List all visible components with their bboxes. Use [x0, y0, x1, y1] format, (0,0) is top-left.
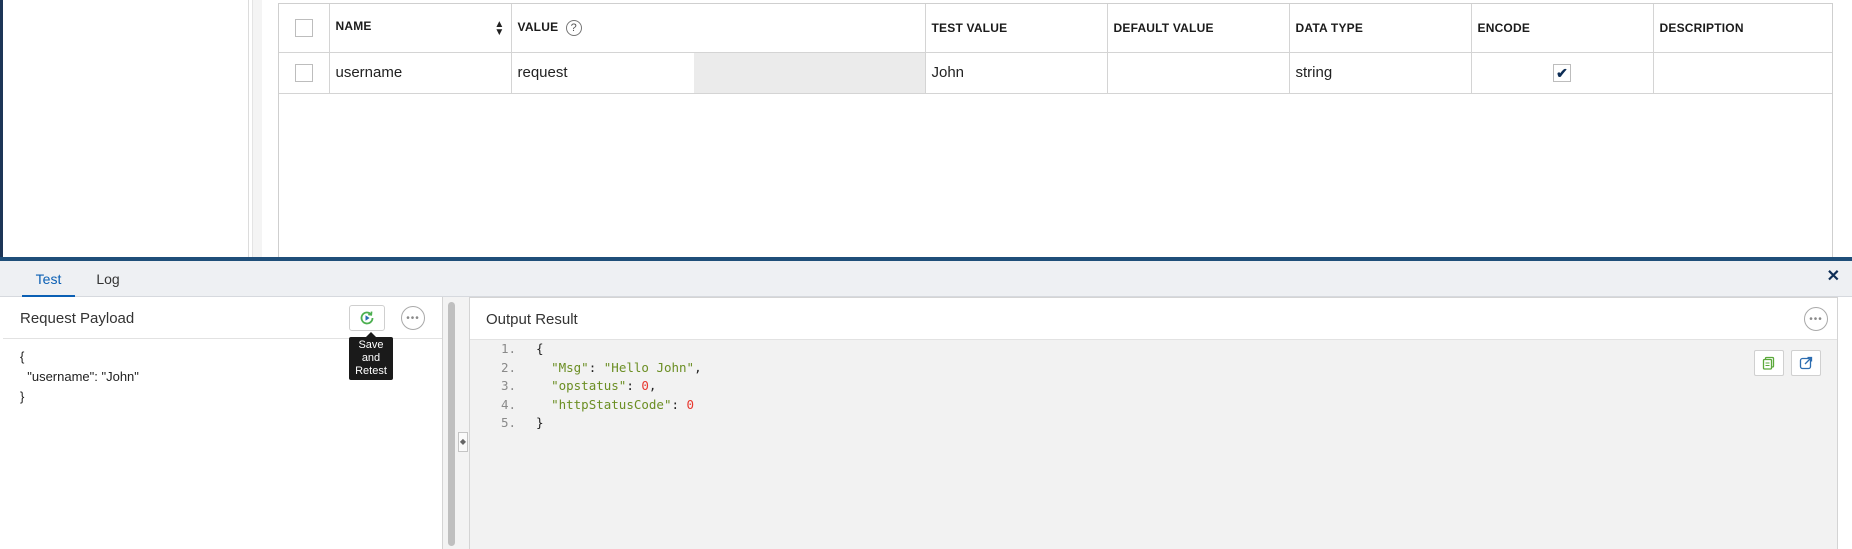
header-value: VALUE ? — [511, 4, 926, 53]
output-more-options-button[interactable]: ••• — [1804, 307, 1828, 331]
close-icon[interactable]: ✕ — [1827, 266, 1840, 286]
copy-output-button[interactable] — [1754, 350, 1784, 376]
cell-encode: ✔ — [1471, 52, 1654, 94]
popout-icon — [1799, 356, 1813, 370]
request-payload-header: Request Payload ••• — [3, 297, 442, 339]
popout-output-button[interactable] — [1791, 350, 1821, 376]
test-panel-tabs: Test Log — [0, 261, 1852, 297]
cell-description[interactable] — [1653, 52, 1832, 94]
request-payload-title: Request Payload — [20, 310, 135, 327]
line-number: 2. — [500, 359, 516, 375]
top-area: NAME ▲ ▼ VALUE ? TEST VALUE DEFAULT VALUE… — [0, 0, 1852, 257]
tab-test[interactable]: Test — [22, 261, 75, 297]
header-default-value: DEFAULT VALUE — [1107, 4, 1290, 53]
header-description: DESCRIPTION — [1653, 4, 1832, 53]
more-options-icon: ••• — [1809, 313, 1823, 325]
json-value: "Hello John" — [603, 359, 695, 375]
retest-icon — [360, 311, 374, 325]
code-line: 1.{ — [470, 340, 702, 359]
line-number: 3. — [500, 378, 516, 394]
output-result-title: Output Result — [486, 311, 578, 328]
table-header-row: NAME ▲ ▼ VALUE ? TEST VALUE DEFAULT VALUE… — [279, 4, 1832, 53]
save-and-retest-tooltip: Save and Retest — [349, 332, 393, 380]
code-line: 5.} — [470, 414, 702, 433]
code-line: 2. "Msg": "Hello John", — [470, 359, 702, 378]
json-key: "Msg" — [551, 359, 589, 375]
request-more-options-button[interactable]: ••• — [401, 306, 425, 330]
code-line: 3. "opstatus": 0, — [470, 377, 702, 396]
header-test-value: TEST VALUE — [925, 4, 1108, 53]
code-line: 4. "httpStatusCode": 0 — [470, 396, 702, 415]
left-divider — [248, 0, 249, 257]
left-scroll-track[interactable] — [252, 0, 262, 257]
copy-icon — [1762, 356, 1775, 370]
cell-default-value[interactable] — [1107, 52, 1290, 94]
line-number: 5. — [500, 415, 516, 431]
json-value: 0 — [641, 378, 649, 394]
cell-test-value[interactable]: John — [925, 52, 1108, 94]
output-result-pane: Output Result ••• 1.{ 2. "Msg": "Hello J… — [469, 297, 1838, 549]
value-cell-split: request — [512, 52, 925, 93]
parameters-table-container: NAME ▲ ▼ VALUE ? TEST VALUE DEFAULT VALUE… — [278, 3, 1833, 257]
select-all-cell — [279, 4, 330, 53]
cell-value-field[interactable] — [693, 52, 925, 93]
more-options-icon: ••• — [406, 312, 420, 324]
row-select-cell — [279, 52, 330, 94]
output-json-viewer[interactable]: 1.{ 2. "Msg": "Hello John", 3. "opstatus… — [470, 340, 702, 433]
cell-name[interactable]: username — [329, 52, 512, 94]
splitter-handle-icon[interactable]: ◆ — [458, 432, 468, 452]
sort-icon[interactable]: ▲ ▼ — [494, 19, 504, 37]
json-value: 0 — [686, 396, 695, 412]
header-name[interactable]: NAME ▲ ▼ — [329, 4, 512, 53]
left-edge-bar — [0, 0, 3, 257]
tab-log[interactable]: Log — [94, 261, 122, 297]
cell-data-type[interactable]: string — [1289, 52, 1472, 94]
table-row[interactable]: username request John string ✔ — [279, 52, 1832, 94]
header-value-label: VALUE — [517, 19, 559, 34]
line-number: 4. — [500, 396, 516, 412]
row-checkbox[interactable] — [294, 63, 313, 82]
help-icon[interactable]: ? — [565, 19, 582, 36]
header-name-label: NAME — [335, 18, 372, 33]
cell-value-text[interactable]: request — [512, 53, 694, 93]
save-and-retest-button[interactable] — [349, 305, 385, 331]
encode-checkbox[interactable]: ✔ — [1553, 63, 1571, 82]
header-data-type: DATA TYPE — [1289, 4, 1472, 53]
request-payload-editor[interactable]: { "username": "John" } — [20, 347, 139, 407]
request-scrollbar[interactable] — [448, 302, 455, 546]
pane-splitter[interactable] — [443, 297, 469, 549]
parameters-table: NAME ▲ ▼ VALUE ? TEST VALUE DEFAULT VALUE… — [279, 4, 1832, 94]
json-key: "httpStatusCode" — [551, 396, 672, 412]
select-all-checkbox[interactable] — [294, 18, 313, 37]
json-key: "opstatus" — [551, 378, 627, 394]
output-result-header: Output Result ••• — [470, 298, 1837, 340]
header-encode: ENCODE — [1471, 4, 1654, 53]
cell-value[interactable]: request — [511, 52, 926, 94]
request-payload-pane: Request Payload ••• Save and Retest { "u… — [3, 297, 443, 549]
line-number: 1. — [500, 341, 516, 356]
